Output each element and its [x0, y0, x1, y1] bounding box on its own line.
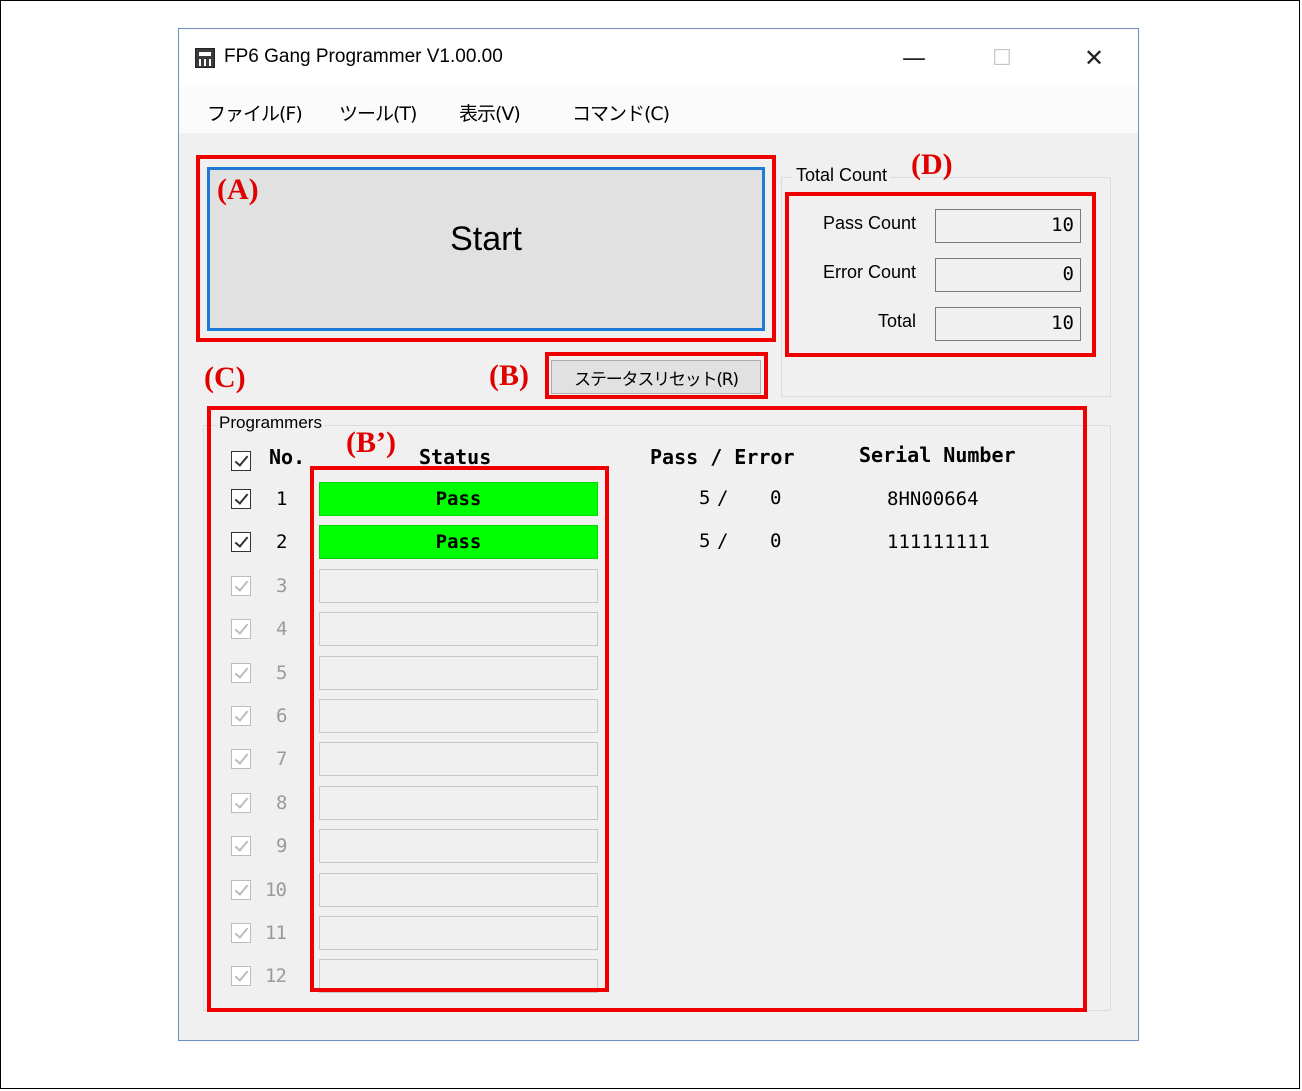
annotation-label-b-prime: (B’) — [346, 426, 396, 459]
menu-file[interactable]: ファイル(F) — [207, 99, 303, 126]
maximize-icon[interactable]: ☐ — [979, 29, 1025, 87]
annotation-label-b: (B) — [489, 359, 529, 392]
menu-bar: ファイル(F) ツール(T) 表示(V) コマンド(C) — [179, 87, 1138, 133]
total-count-label: Total Count — [793, 165, 891, 186]
app-icon — [195, 48, 215, 68]
title-bar: FP6 Gang Programmer V1.00.00 — ☐ ✕ — [179, 29, 1138, 87]
annotation-box-b-prime — [310, 466, 609, 992]
annotation-label-c: (C) — [204, 361, 246, 394]
menu-view[interactable]: 表示(V) — [459, 99, 521, 126]
menu-command[interactable]: コマンド(C) — [572, 99, 670, 126]
menu-tool[interactable]: ツール(T) — [339, 99, 417, 126]
annotation-box-b — [545, 352, 768, 399]
annotation-box-a — [196, 155, 776, 342]
window-title: FP6 Gang Programmer V1.00.00 — [224, 46, 503, 67]
annotation-label-d: (D) — [911, 148, 953, 181]
annotation-label-a: (A) — [217, 173, 259, 206]
close-icon[interactable]: ✕ — [1071, 29, 1117, 87]
annotation-box-d — [785, 192, 1096, 357]
minimize-icon[interactable]: — — [891, 29, 937, 87]
